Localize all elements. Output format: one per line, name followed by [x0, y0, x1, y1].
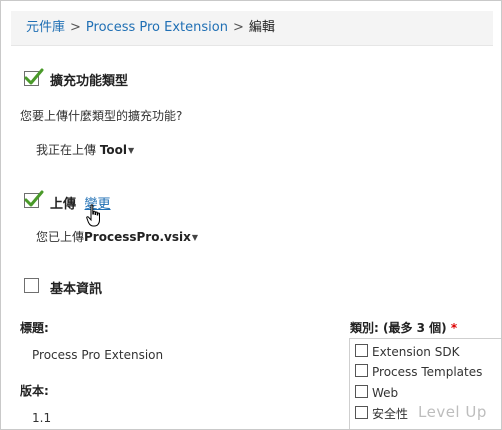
page-frame: 元件庫 > Process Pro Extension > 編輯 擴充功能類型 您要上傳… — [0, 0, 502, 430]
basic-info-checkbox[interactable] — [24, 278, 39, 293]
extension-type-checkbox[interactable] — [24, 68, 44, 86]
breadcrumb-separator: > — [70, 20, 81, 35]
upload-title-text: 上傳 — [50, 197, 77, 212]
uploaded-file-dropdown[interactable]: 您已上傳ProcessPro.vsix▼ — [36, 228, 198, 245]
extension-type-dropdown[interactable]: 我正在上傳 Tool▼ — [36, 141, 134, 158]
extension-type-question: 您要上傳什麼類型的擴充功能? — [20, 109, 183, 123]
uploaded-prefix: 您已上傳 — [36, 230, 85, 244]
category-extension-sdk[interactable]: Extension SDK — [355, 344, 459, 362]
category-checkbox[interactable] — [355, 364, 368, 377]
category-security[interactable]: 安全性 — [355, 405, 408, 423]
breadcrumb-separator: > — [232, 20, 244, 35]
upload-checkbox[interactable] — [24, 190, 44, 208]
category-checkbox[interactable] — [355, 344, 368, 357]
categories-label: 類別: (最多 3 個) * — [350, 319, 457, 336]
breadcrumb-extension-link[interactable]: Process Pro Extension — [86, 20, 228, 35]
green-check-icon — [24, 190, 44, 207]
category-process-templates[interactable]: Process Templates — [355, 364, 482, 382]
category-label: Extension SDK — [372, 345, 460, 359]
version-field-value[interactable]: 1.1 — [32, 411, 51, 425]
version-field-label: 版本: — [20, 384, 49, 398]
category-label: 安全性 — [372, 407, 409, 421]
uploaded-file-name: ProcessPro.vsix — [84, 230, 191, 244]
category-checkbox[interactable] — [355, 385, 368, 398]
category-checkbox[interactable] — [355, 406, 368, 419]
title-field-value[interactable]: Process Pro Extension — [32, 348, 163, 362]
chevron-down-icon: ▼ — [191, 233, 198, 242]
uploading-type-value: Tool — [99, 143, 128, 157]
categories-label-text: 類別: (最多 3 個) — [350, 321, 447, 335]
basic-info-title: 基本資訊 — [50, 282, 103, 297]
level-up-watermark: Level Up — [418, 403, 487, 421]
title-field-label: 標題: — [20, 321, 49, 335]
breadcrumb-current: 編輯 — [248, 20, 275, 35]
uploading-prefix: 我正在上傳 — [36, 143, 97, 157]
green-check-icon — [24, 68, 44, 85]
extension-type-title: 擴充功能類型 — [50, 74, 129, 89]
category-label: Process Templates — [372, 365, 483, 379]
category-web[interactable]: Web — [355, 385, 398, 403]
category-label: Web — [372, 386, 399, 400]
required-mark: * — [450, 321, 458, 335]
breadcrumb: 元件庫 > Process Pro Extension > 編輯 — [11, 11, 493, 46]
chevron-down-icon: ▼ — [128, 146, 135, 155]
breadcrumb-root-link[interactable]: 元件庫 — [26, 20, 65, 35]
